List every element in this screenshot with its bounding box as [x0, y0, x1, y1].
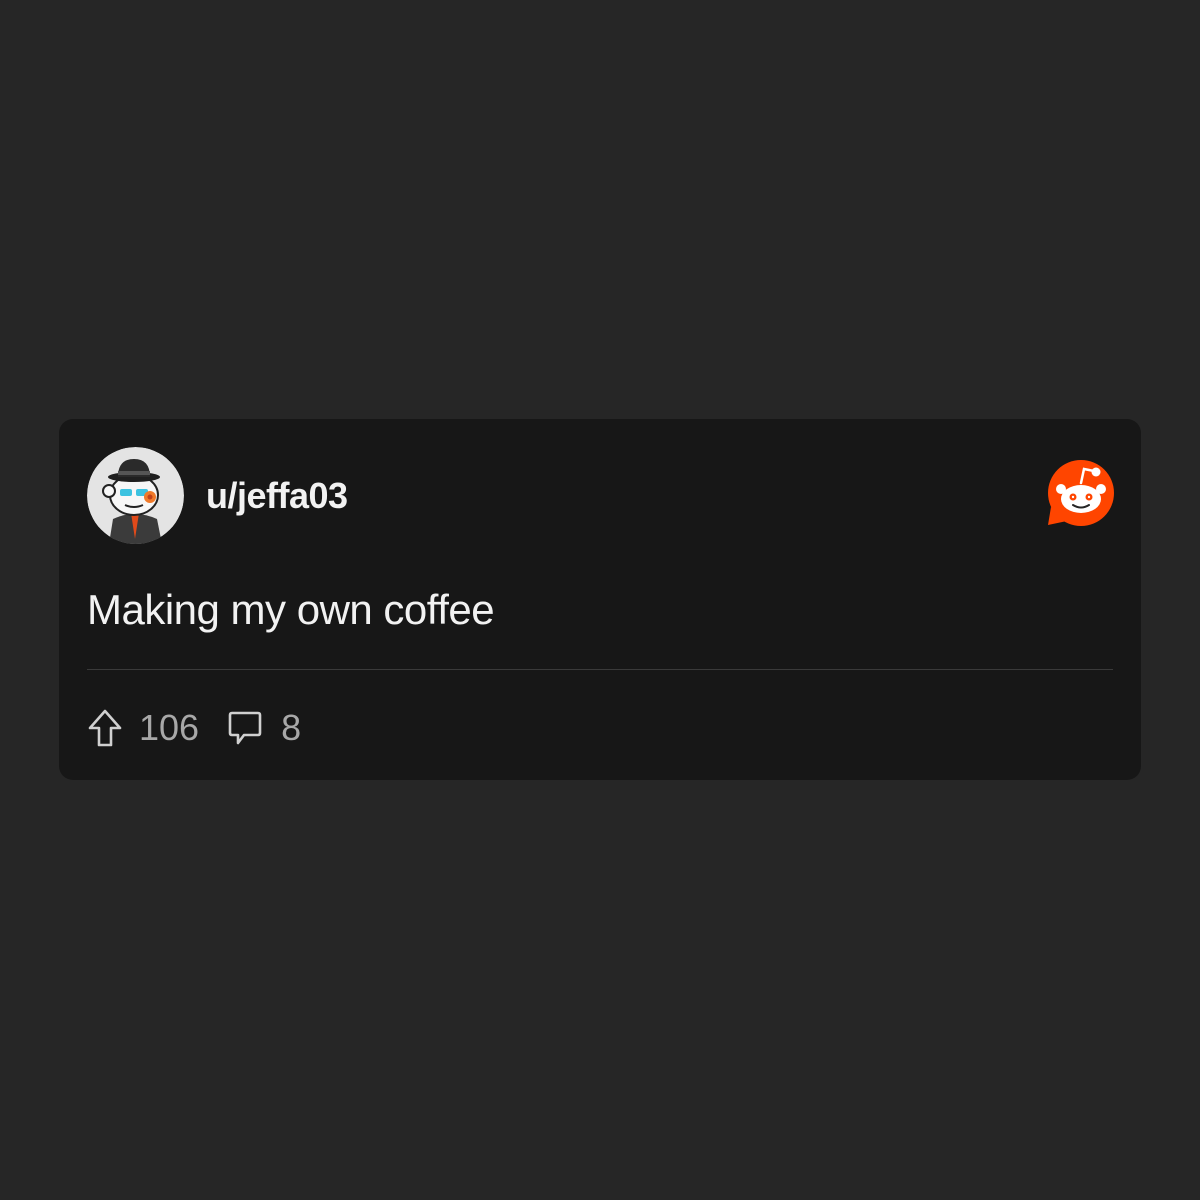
- comment-count: 8: [281, 707, 302, 748]
- comment-icon[interactable]: [227, 709, 263, 747]
- upvote-count: 106: [139, 707, 200, 748]
- username[interactable]: u/jeffa03: [206, 474, 348, 518]
- post-stats: 106 8: [87, 706, 301, 750]
- post-card[interactable]: u/jeffa03 Making my own coffee 106 8: [59, 419, 1141, 780]
- avatar-icon: [87, 447, 184, 544]
- divider: [87, 669, 1113, 670]
- post-title: Making my own coffee: [87, 586, 495, 633]
- upvote-icon[interactable]: [87, 708, 123, 748]
- user-avatar[interactable]: [87, 447, 184, 544]
- reddit-logo-icon: [1045, 459, 1115, 531]
